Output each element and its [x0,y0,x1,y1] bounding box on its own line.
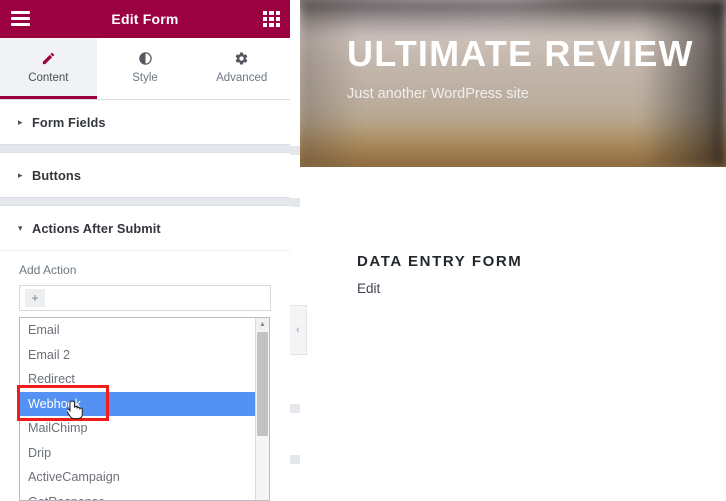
tab-style[interactable]: Style [96,38,194,99]
tab-advanced-label: Advanced [216,71,268,84]
tab-content-label: Content [28,71,69,84]
site-preview: ULTIMATE REVIEW Just another WordPress s… [300,0,726,501]
site-title: ULTIMATE REVIEW [347,33,694,74]
grid-cell [275,23,280,27]
hamburger-bar [11,23,30,26]
grid-cell [263,23,268,27]
section-form-fields[interactable]: ▸ Form Fields [0,100,290,144]
editor-panel: Edit Form Content Style Advanced ▸ Form … [0,0,290,501]
option-email-2[interactable]: Email 2 [20,343,256,368]
hamburger-icon[interactable] [11,11,30,26]
chevron-left-icon: ‹ [296,324,300,336]
elementor-form-editor-screen: ULTIMATE REVIEW Just another WordPress s… [0,0,726,501]
gutter-band [290,455,300,464]
scrollbar-thumb[interactable] [257,332,268,436]
chevron-right-icon: ▸ [18,169,23,180]
option-webhook[interactable]: Webhook [20,391,256,416]
section-divider [0,197,290,206]
hamburger-bar [11,17,30,20]
tab-advanced[interactable]: Advanced [193,38,290,99]
dropdown-scrollbar[interactable]: ▲ [255,318,269,500]
add-action-select[interactable]: + [19,285,271,311]
option-email[interactable]: Email [20,318,256,343]
section-actions-after-submit[interactable]: ▾ Actions After Submit [0,206,290,250]
gear-icon [234,50,249,67]
tab-content[interactable]: Content [0,38,97,99]
collapse-panel-button[interactable]: ‹ [290,305,307,355]
grid-cell [269,23,274,27]
add-action-option-list: Email Email 2 Redirect Webhook MailChimp… [20,318,256,500]
add-action-label: Add Action [19,263,77,277]
entry-edit-link[interactable]: Edit [357,281,726,296]
section-buttons-label: Buttons [32,167,82,183]
section-form-fields-label: Form Fields [32,114,106,130]
grid-icon[interactable] [263,11,280,27]
actions-after-submit-body: Add Action + [0,250,290,311]
grid-cell [263,17,268,21]
option-activecampaign[interactable]: ActiveCampaign [20,465,256,490]
preview-content: DATA ENTRY FORM Edit [300,167,726,296]
chevron-right-icon: ▸ [18,116,23,127]
grid-cell [269,11,274,15]
tab-style-label: Style [132,71,158,84]
chevron-down-icon: ▾ [18,222,23,233]
entry-title: DATA ENTRY FORM [357,253,523,270]
section-actions-after-submit-label: Actions After Submit [32,220,161,236]
option-mailchimp[interactable]: MailChimp [20,416,256,441]
section-buttons[interactable]: ▸ Buttons [0,153,290,197]
hero-text-block: ULTIMATE REVIEW Just another WordPress s… [347,33,726,103]
option-getresponse[interactable]: GetResponse [20,490,256,500]
site-tagline: Just another WordPress site [347,86,529,102]
grid-cell [275,17,280,21]
panel-tabs: Content Style Advanced [0,38,290,100]
gutter-band [290,404,300,413]
grid-cell [263,11,268,15]
panel-header: Edit Form [0,0,290,38]
grid-cell [269,17,274,21]
hamburger-bar [11,11,30,14]
panel-title: Edit Form [111,11,179,27]
gutter-band [290,146,300,155]
pencil-icon [41,50,56,67]
section-divider [0,144,290,153]
site-hero: ULTIMATE REVIEW Just another WordPress s… [300,0,726,167]
grid-cell [275,11,280,15]
option-redirect[interactable]: Redirect [20,367,256,392]
gutter-band [290,198,300,207]
option-drip[interactable]: Drip [20,441,256,466]
scroll-up-arrow-icon[interactable]: ▲ [256,318,269,331]
contrast-icon [138,50,153,67]
panel-preview-gutter [290,0,300,501]
add-action-dropdown[interactable]: Email Email 2 Redirect Webhook MailChimp… [19,317,270,501]
plus-icon[interactable]: + [25,289,45,307]
